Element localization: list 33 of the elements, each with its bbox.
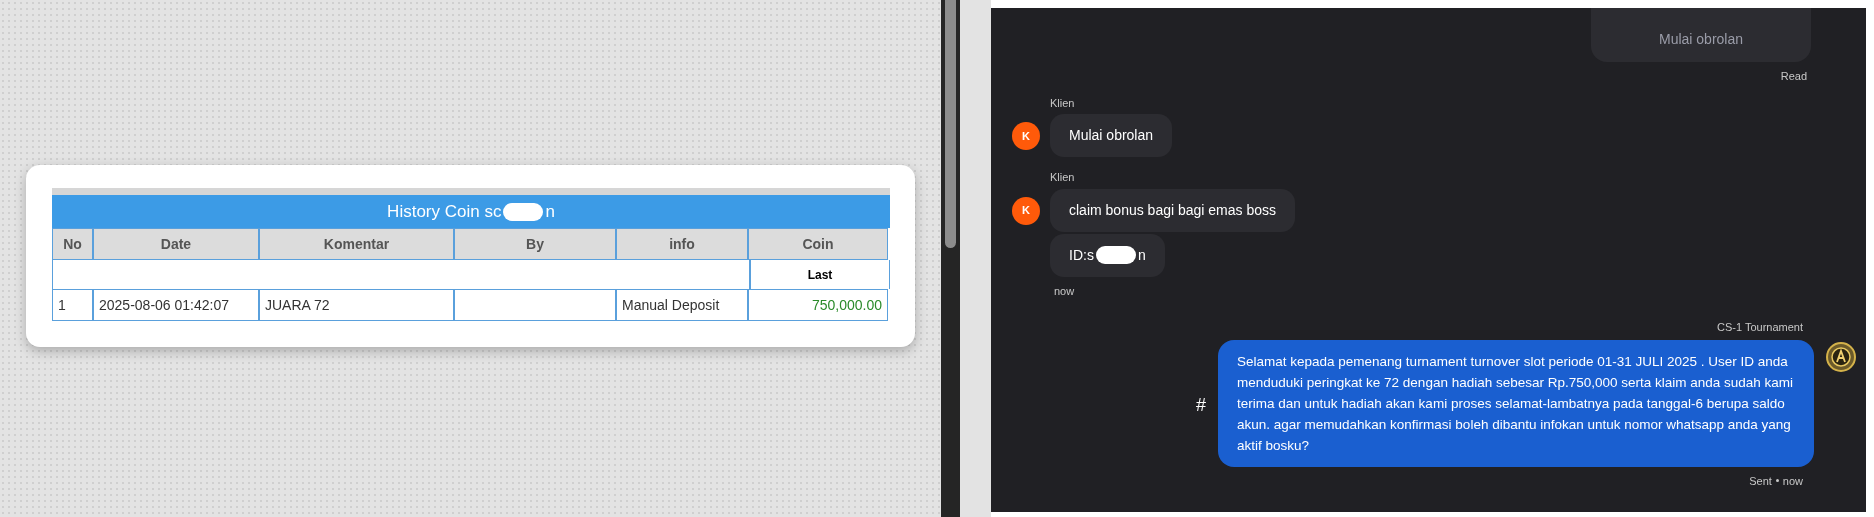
table-cell: JUARA 72 <box>259 289 454 321</box>
message-bubble: Selamat kepada pemenang turnament turnover slot periode 01-31 JULI 2025 . User ID anda menduduki peringkat ke 72 dengan hadiah sebesar Rp.750,000 serta klaim anda sudah kami terima dan untuk hadiah akan kami proses selamat-lambatnya pada tanggal-6 berupa saldo akun. agar memudahkan konfirmasi boleh dibantu infokan untuk nomor whatsapp anda yang aktif bosku? <box>1218 339 1814 467</box>
redaction-mark <box>1095 246 1136 264</box>
message-time: now <box>1782 473 1803 489</box>
column-header: Date <box>93 228 259 260</box>
message-bubble: Mulai obrolan <box>1050 114 1173 157</box>
redaction-mark <box>503 202 544 221</box>
column-header: No <box>52 228 93 260</box>
avatar: K <box>1012 196 1040 225</box>
column-header: By <box>454 228 616 260</box>
message-text: ID:s <box>1069 245 1094 265</box>
agent-avatar-icon <box>1826 341 1856 372</box>
column-header: Coin <box>748 228 888 260</box>
hash-mark: # <box>1196 393 1206 417</box>
table-cell: 1 <box>52 289 93 321</box>
message-bubble: Mulai obrolan <box>1591 8 1811 62</box>
sender-name: Klien <box>1050 170 1076 185</box>
column-header: info <box>616 228 748 260</box>
message-time: now <box>1054 283 1076 299</box>
table-cell: 2025-08-06 01:42:07 <box>93 289 259 321</box>
column-header: Komentar <box>259 228 454 260</box>
message-text: n <box>1137 245 1146 265</box>
title-text: History Coin sc <box>387 200 502 223</box>
sent-status: Sent <box>1749 473 1772 489</box>
avatar: K <box>1012 122 1040 150</box>
sender-name: Klien <box>1050 95 1076 111</box>
table-cell: 750,000.00 <box>748 289 888 321</box>
read-status: Read <box>1780 69 1807 84</box>
message-bubble: claim bonus bagi bagi emas boss <box>1050 188 1295 232</box>
sender-name: CS-1 Tournament <box>1717 320 1803 335</box>
table-cell: Last <box>750 260 890 289</box>
title-text: n <box>545 200 555 223</box>
table-cell: Manual Deposit <box>616 289 748 321</box>
